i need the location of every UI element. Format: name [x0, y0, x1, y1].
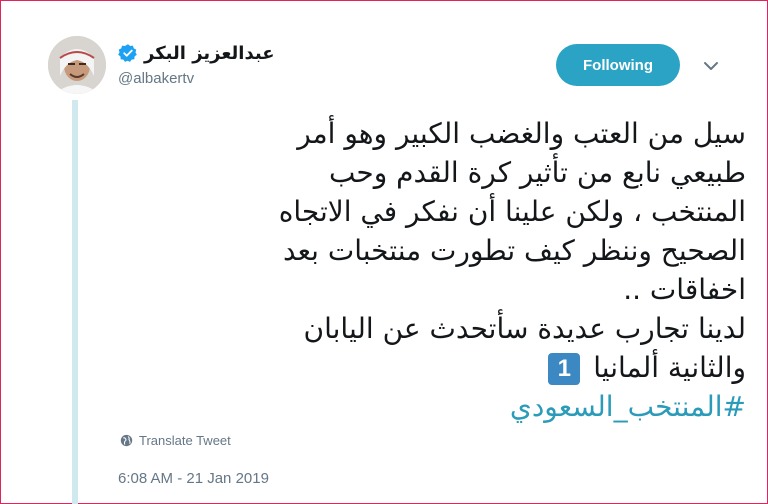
globe-icon	[120, 434, 133, 447]
tweet-line: لدينا تجارب عديدة سأتحدث عن اليابان	[303, 312, 746, 345]
verified-badge-icon	[118, 44, 137, 62]
tweet-timestamp[interactable]: 6:08 AM - 21 Jan 2019	[118, 470, 269, 487]
following-button[interactable]: Following	[556, 44, 680, 86]
translate-tweet-link[interactable]: Translate Tweet	[120, 433, 231, 448]
hashtag-link[interactable]: #المنتخب_السعودي	[510, 390, 746, 423]
tweet-line: اخفاقات ..	[623, 273, 746, 306]
tweet-line: طبيعي نابع من تأثير كرة القدم وحب	[328, 156, 746, 189]
keycap-one-emoji: 1	[548, 353, 581, 385]
author-handle[interactable]: @albakertv	[118, 70, 194, 87]
hashtag-line: #المنتخب_السعودي	[110, 387, 746, 426]
avatar[interactable]	[48, 36, 106, 94]
tweet-line-last: والثانية ألمانيا 1	[110, 348, 746, 387]
tweet-line: سيل من العتب والغضب الكبير وهو أمر	[297, 117, 746, 150]
avatar-image	[48, 36, 106, 94]
tweet-text: سيل من العتب والغضب الكبير وهو أمر طبيعي…	[110, 114, 746, 426]
tweet-line-text: والثانية ألمانيا	[593, 351, 746, 384]
thread-line	[72, 100, 78, 504]
author-display-name[interactable]: عبدالعزيز البكر	[144, 43, 275, 64]
chevron-down-icon[interactable]	[700, 58, 722, 74]
tweet-line: الصحيح وننظر كيف تطورت منتخبات بعد	[282, 234, 746, 267]
author-name-row[interactable]: عبدالعزيز البكر	[118, 40, 275, 66]
translate-label: Translate Tweet	[139, 433, 231, 448]
tweet-line: المنتخب ، ولكن علينا أن نفكر في الاتجاه	[278, 195, 746, 228]
